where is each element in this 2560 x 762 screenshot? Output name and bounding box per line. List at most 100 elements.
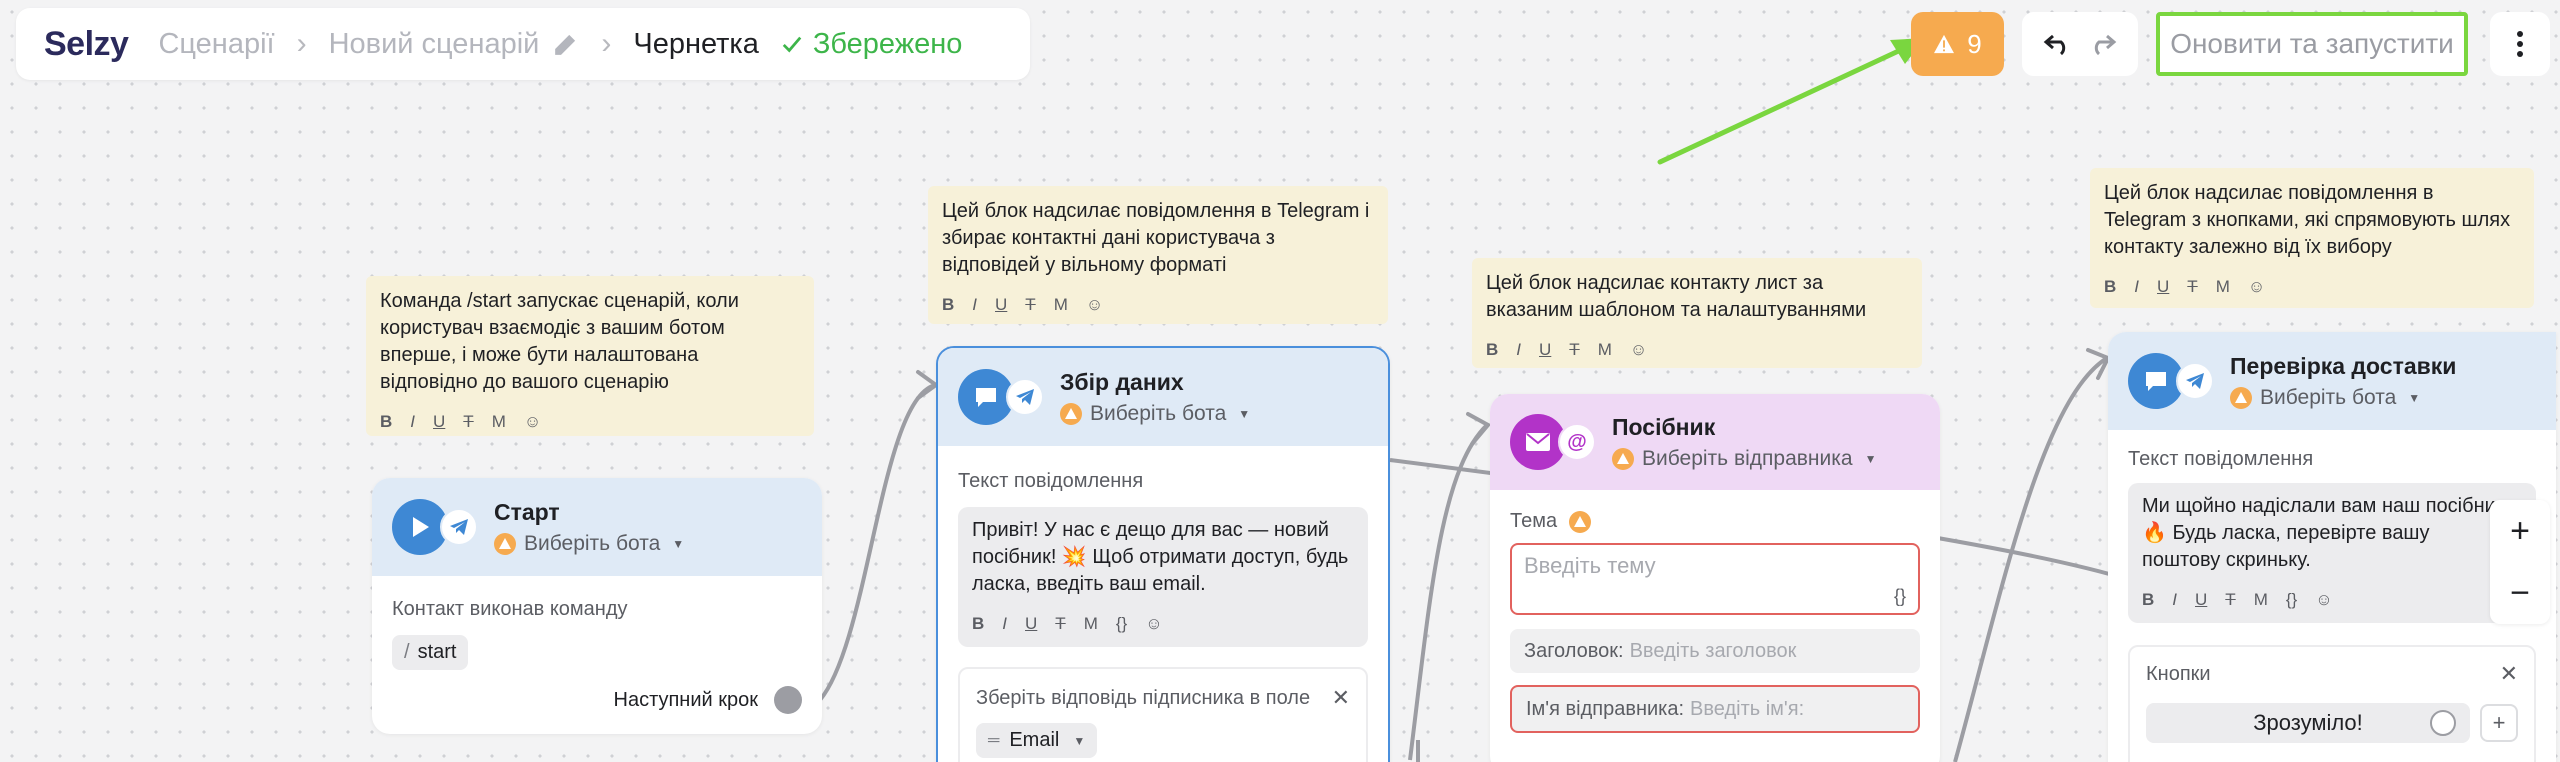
message-editor[interactable]: Привіт! У нас є дещо для вас — новий пос…	[958, 507, 1368, 647]
message-label: Текст повідомлення	[2128, 448, 2314, 470]
bold-button[interactable]: B	[972, 610, 984, 637]
block-title: Посібник	[1612, 413, 1716, 440]
bot-select-label: Виберіть бота	[1090, 401, 1227, 425]
variables-icon[interactable]: {}	[1894, 586, 1906, 607]
variables-button[interactable]: {}	[1116, 610, 1127, 637]
italic-button[interactable]: I	[1002, 610, 1007, 637]
monospace-button[interactable]: M	[1054, 291, 1068, 318]
breadcrumb-scenarios[interactable]: Сценарії	[158, 28, 274, 61]
monospace-button[interactable]: M	[2254, 586, 2268, 613]
strikethrough-button[interactable]: T	[1055, 610, 1065, 637]
emoji-icon[interactable]: ☺	[2315, 586, 2332, 613]
sender-name-field[interactable]: Ім'я відправника: Введіть ім'я:	[1510, 685, 1920, 733]
add-button-icon[interactable]: +	[2480, 704, 2518, 742]
keyboard-button-1[interactable]: Зрозуміло!	[2146, 703, 2470, 743]
bold-button[interactable]: B	[380, 408, 392, 435]
sender-select[interactable]: Виберіть відправника ▼	[1612, 447, 1876, 471]
strikethrough-button[interactable]: T	[2225, 586, 2235, 613]
strikethrough-button[interactable]: T	[2187, 273, 2197, 300]
more-menu-button[interactable]	[2490, 12, 2550, 76]
underline-button[interactable]: U	[1025, 610, 1037, 637]
strikethrough-button[interactable]: T	[463, 408, 473, 435]
underline-button[interactable]: U	[995, 291, 1007, 318]
redo-icon[interactable]	[2087, 32, 2117, 56]
warning-icon	[2230, 386, 2252, 409]
save-response-panel: Зберіть відповідь підписника в поле ✕ ═ …	[958, 667, 1368, 762]
next-step-label: Наступний крок	[613, 688, 758, 711]
collect-data-block[interactable]: Збір даних Виберіть бота ▼ Текст повідом…	[936, 346, 1390, 762]
monospace-button[interactable]: M	[1084, 610, 1098, 637]
command-chip[interactable]: / start	[392, 635, 469, 670]
underline-button[interactable]: U	[2157, 273, 2169, 300]
field-select[interactable]: ═ Email ▼	[976, 723, 1098, 758]
caret-down-icon: ▼	[2408, 390, 2421, 405]
update-and-run-button[interactable]: Оновити та запустити	[2156, 12, 2468, 76]
note-start[interactable]: Команда /start запускає сценарій, коли к…	[366, 276, 814, 436]
zoom-in-button[interactable]: +	[2510, 512, 2530, 551]
emoji-icon[interactable]: ☺	[1086, 291, 1103, 318]
emoji-icon[interactable]: ☺	[2248, 273, 2265, 300]
monospace-button[interactable]: M	[1598, 336, 1612, 363]
italic-button[interactable]: I	[2172, 586, 2177, 613]
status-saved-label: Збережено	[812, 27, 963, 60]
note-text: Цей блок надсилає повідомлення в Telegra…	[2104, 182, 2511, 258]
underline-button[interactable]: U	[2195, 586, 2207, 613]
emoji-icon[interactable]: ☺	[1145, 610, 1162, 637]
subject-input[interactable]: Введіть тему {}	[1510, 543, 1920, 615]
button-connector[interactable]	[2430, 710, 2456, 736]
bold-button[interactable]: B	[942, 291, 954, 318]
emoji-icon[interactable]: ☺	[1630, 336, 1647, 363]
telegram-icon	[440, 508, 478, 546]
start-block[interactable]: Старт Виберіть бота ▼ Контакт виконав ко…	[372, 478, 822, 734]
bot-select[interactable]: Виберіть бота ▼	[1060, 402, 1250, 426]
email-block[interactable]: @ Посібник Виберіть відправника ▼ Тема В…	[1490, 394, 1940, 762]
warnings-button[interactable]: 9	[1911, 12, 2004, 76]
strikethrough-button[interactable]: T	[1025, 291, 1035, 318]
close-icon[interactable]: ✕	[2500, 661, 2518, 687]
note-collect[interactable]: Цей блок надсилає повідомлення в Telegra…	[928, 186, 1388, 324]
more-vertical-icon	[2517, 31, 2523, 57]
bot-select[interactable]: Виберіть бота ▼	[2230, 386, 2456, 410]
underline-button[interactable]: U	[433, 408, 445, 435]
emoji-icon[interactable]: ☺	[524, 408, 541, 435]
strikethrough-button[interactable]: T	[1569, 336, 1579, 363]
message-editor[interactable]: Ми щойно надіслали вам наш посібник 🔥 Бу…	[2128, 483, 2536, 623]
monospace-button[interactable]: M	[2216, 273, 2230, 300]
top-bar: Selzy Сценарії › Новий сценарій › Чернет…	[16, 8, 1030, 80]
italic-button[interactable]: I	[1516, 336, 1521, 363]
at-sign-icon: @	[1558, 423, 1596, 461]
warning-icon	[1934, 34, 1955, 54]
italic-button[interactable]: I	[410, 408, 415, 435]
buttons-label: Кнопки	[2146, 662, 2211, 685]
sender-select-label: Виберіть відправника	[1642, 446, 1853, 470]
warning-icon	[1612, 447, 1634, 470]
monospace-button[interactable]: M	[492, 408, 506, 435]
underline-button[interactable]: U	[1539, 336, 1551, 363]
bot-select[interactable]: Виберіть бота ▼	[494, 532, 684, 556]
bold-button[interactable]: B	[2104, 273, 2116, 300]
message-toolbar: B I U T M {} ☺	[972, 610, 1354, 637]
variables-button[interactable]: {}	[2286, 586, 2297, 613]
zoom-out-button[interactable]: −	[2510, 574, 2530, 613]
note-text: Цей блок надсилає контакту лист за вказа…	[1486, 272, 1867, 321]
note-text: Команда /start запускає сценарій, коли к…	[380, 290, 739, 393]
undo-icon[interactable]	[2043, 32, 2073, 56]
delivery-check-block[interactable]: Перевірка доставки Виберіть бота ▼ Текст…	[2108, 332, 2556, 762]
pencil-icon[interactable]	[553, 31, 579, 57]
selzy-logo[interactable]: Selzy	[44, 25, 129, 64]
note-check[interactable]: Цей блок надсилає повідомлення в Telegra…	[2090, 168, 2534, 308]
block-title: Збір даних	[1060, 368, 1184, 395]
caret-down-icon: ▼	[1238, 406, 1251, 421]
bold-button[interactable]: B	[1486, 336, 1498, 363]
italic-button[interactable]: I	[972, 291, 977, 318]
next-step-connector[interactable]	[774, 686, 802, 714]
heading-field[interactable]: Заголовок: Введіть заголовок	[1510, 629, 1920, 673]
italic-button[interactable]: I	[2134, 273, 2139, 300]
bold-button[interactable]: B	[2142, 586, 2154, 613]
close-icon[interactable]: ✕	[1332, 685, 1350, 711]
breadcrumb-scenario-name[interactable]: Новий сценарій	[329, 28, 540, 61]
note-email[interactable]: Цей блок надсилає контакту лист за вказа…	[1472, 258, 1922, 368]
check-icon	[782, 36, 802, 53]
trigger-label: Контакт виконав команду	[392, 598, 628, 620]
block-header: Перевірка доставки Виберіть бота ▼	[2108, 332, 2556, 430]
